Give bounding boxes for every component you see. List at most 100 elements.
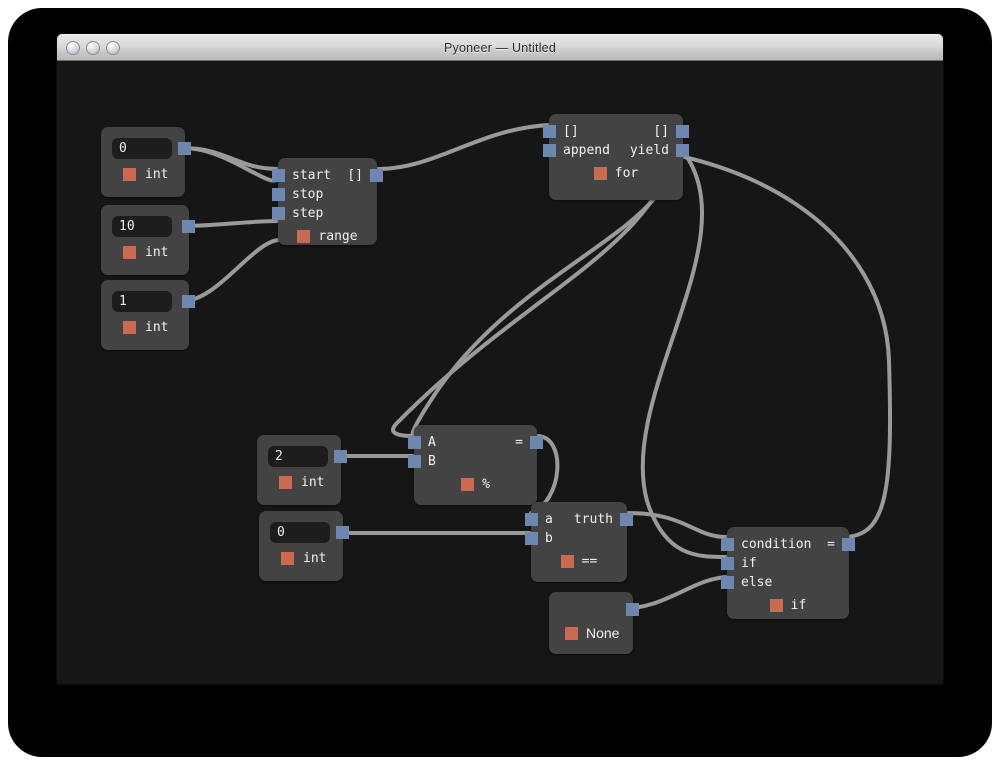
input-port-step[interactable] xyxy=(272,207,285,220)
node-title: % xyxy=(482,477,490,492)
wire-int0-range-start-2 xyxy=(181,146,280,171)
node-type-label: int xyxy=(145,320,169,335)
output-port[interactable] xyxy=(336,526,349,539)
int-value-field[interactable]: 0 xyxy=(270,522,330,543)
output-port-list[interactable] xyxy=(370,169,383,182)
node-title: if xyxy=(790,598,807,613)
output-port[interactable] xyxy=(178,142,191,155)
wire-equals-if-condition xyxy=(625,511,729,539)
port-row-start: start [] xyxy=(272,166,383,185)
node-ports: A = B xyxy=(408,425,543,471)
int-value: 1 xyxy=(119,294,127,309)
output-port-list[interactable] xyxy=(676,125,689,138)
port-label-if: if xyxy=(741,556,757,571)
close-button[interactable] xyxy=(66,40,80,55)
input-port-start[interactable] xyxy=(272,169,285,182)
port-row-out xyxy=(549,600,639,619)
node-range[interactable]: start [] stop step range xyxy=(272,158,383,245)
input-port-stop[interactable] xyxy=(272,188,285,201)
minimize-button[interactable] xyxy=(86,40,100,55)
node-none[interactable]: None xyxy=(549,592,639,654)
port-row-append: append yield xyxy=(543,141,689,160)
type-swatch-icon xyxy=(769,599,783,612)
port-label-list-out: [] xyxy=(653,124,669,139)
int-value: 2 xyxy=(275,449,283,464)
node-int-0[interactable]: 0 int xyxy=(101,127,191,197)
type-swatch-icon xyxy=(593,167,607,180)
port-row-a: A = xyxy=(408,433,543,452)
port-label-start: start xyxy=(292,168,332,183)
node-title: == xyxy=(581,554,598,569)
type-swatch-icon xyxy=(281,552,294,565)
node-footer: int xyxy=(101,237,189,269)
input-port-if[interactable] xyxy=(721,557,734,570)
port-label-list: [] xyxy=(347,168,363,183)
node-equals[interactable]: a truth b == xyxy=(525,502,633,582)
int-value-field[interactable]: 2 xyxy=(268,446,328,467)
int-value-field[interactable]: 1 xyxy=(112,291,172,312)
output-port-truth[interactable] xyxy=(620,513,633,526)
wire-if-for-append xyxy=(555,141,893,539)
port-label-a: a xyxy=(545,512,553,527)
port-row-else: else xyxy=(721,573,849,592)
node-modulo[interactable]: A = B % xyxy=(408,425,543,505)
output-port[interactable] xyxy=(182,220,195,233)
node-footer: if xyxy=(727,592,849,621)
node-title: range xyxy=(318,229,358,244)
port-row-condition: condition = xyxy=(721,535,855,554)
input-port-list[interactable] xyxy=(543,125,556,138)
output-port[interactable] xyxy=(334,450,347,463)
node-graph-canvas[interactable]: 0 int 10 int 1 int 2 int 0 int start [] … xyxy=(57,61,943,684)
port-label-b: B xyxy=(428,454,436,469)
output-port[interactable] xyxy=(182,295,195,308)
port-label-condition: condition xyxy=(741,537,812,552)
port-row-if: if xyxy=(721,554,849,573)
window-titlebar[interactable]: Pyoneer — Untitled xyxy=(57,34,943,61)
port-label-yield: yield xyxy=(629,143,669,158)
output-port-yield[interactable] xyxy=(676,144,689,157)
port-label-b: b xyxy=(545,531,553,546)
type-swatch-icon xyxy=(123,321,136,334)
port-row-a: a truth xyxy=(525,510,633,529)
type-swatch-icon xyxy=(123,246,136,259)
node-ports: start [] stop step xyxy=(272,158,383,223)
node-footer: int xyxy=(259,543,343,575)
wire-range-for-list xyxy=(375,123,551,171)
zoom-button[interactable] xyxy=(106,40,120,55)
int-value: 0 xyxy=(277,525,285,540)
node-int-0b[interactable]: 0 int xyxy=(259,511,349,581)
port-label-stop: stop xyxy=(292,187,324,202)
input-port-condition[interactable] xyxy=(721,538,734,551)
port-row-b: B xyxy=(408,452,537,471)
node-footer: int xyxy=(101,312,189,344)
type-swatch-icon xyxy=(297,230,311,243)
wire-int1-range-step xyxy=(181,238,280,303)
input-port-b[interactable] xyxy=(408,455,421,468)
port-row-list: [] [] xyxy=(543,122,689,141)
type-swatch-icon xyxy=(461,478,475,491)
input-port-b[interactable] xyxy=(525,532,538,545)
node-if[interactable]: condition = if else if xyxy=(721,527,855,621)
node-ports: [] [] append yield xyxy=(543,114,689,160)
node-int-2[interactable]: 2 int xyxy=(257,435,347,505)
node-int-1[interactable]: 1 int xyxy=(101,280,195,350)
port-label-step: step xyxy=(292,206,324,221)
node-int-10[interactable]: 10 int xyxy=(101,205,195,275)
int-value-field[interactable]: 0 xyxy=(112,138,172,159)
output-port-result[interactable] xyxy=(530,436,543,449)
node-type-label: int xyxy=(145,245,169,260)
input-port-else[interactable] xyxy=(721,576,734,589)
node-footer: None xyxy=(549,619,633,649)
wire-int0-range-start xyxy=(181,146,280,183)
node-footer: for xyxy=(549,160,683,189)
node-for[interactable]: [] [] append yield for xyxy=(543,114,689,200)
input-port-a[interactable] xyxy=(525,513,538,526)
window-title: Pyoneer — Untitled xyxy=(444,40,556,55)
input-port-a[interactable] xyxy=(408,436,421,449)
int-value-field[interactable]: 10 xyxy=(112,216,172,237)
output-port-result[interactable] xyxy=(842,538,855,551)
node-ports xyxy=(549,592,639,619)
output-port-value[interactable] xyxy=(626,603,639,616)
input-port-append[interactable] xyxy=(543,144,556,157)
node-type-label: int xyxy=(301,475,325,490)
